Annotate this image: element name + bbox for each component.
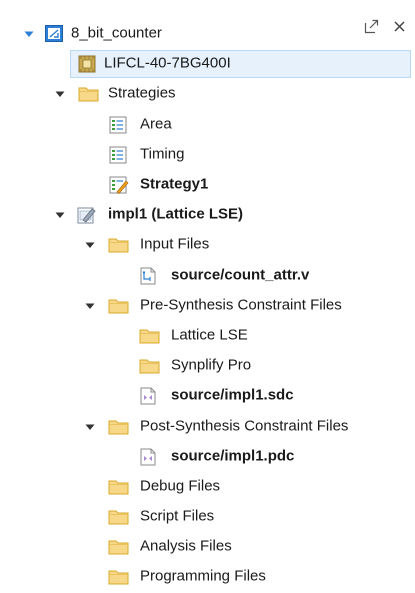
folder-icon [139, 327, 160, 345]
file-label: source/count_attr.v [171, 266, 310, 284]
strategy-label: Timing [140, 145, 185, 163]
tree-row-device[interactable]: LIFCL-40-7BG400I [0, 49, 415, 79]
tree-row-programming-files[interactable]: Programming Files [0, 562, 415, 592]
folder-label: Script Files [140, 507, 215, 525]
tree-row-pre-synthesis[interactable]: Pre-Synthesis Constraint Files [0, 291, 415, 321]
tree-row-debug-files[interactable]: Debug Files [0, 472, 415, 502]
folder-icon [78, 85, 99, 103]
project-icon [45, 25, 65, 43]
expand-arrow-icon[interactable] [54, 209, 66, 221]
tree-row-file-impl1-sdc[interactable]: source/impl1.sdc [0, 381, 415, 411]
active-strategy-icon [109, 176, 129, 195]
expand-arrow-icon[interactable] [84, 300, 96, 312]
tree-row-implementation[interactable]: impl1 (Lattice LSE) [0, 200, 415, 230]
project-label: 8_bit_counter [71, 24, 162, 42]
folder-label: Pre-Synthesis Constraint Files [140, 296, 342, 314]
implementation-icon [77, 206, 97, 224]
strategy-label: Strategy1 [140, 175, 209, 193]
folder-label: Programming Files [140, 568, 266, 586]
tree-row-file-impl1-pdc[interactable]: source/impl1.pdc [0, 442, 415, 472]
constraint-file-icon [139, 448, 159, 466]
tree-row-analysis-files[interactable]: Analysis Files [0, 532, 415, 562]
folder-icon [108, 508, 129, 526]
folder-label: Lattice LSE [171, 326, 248, 344]
tree-row-script-files[interactable]: Script Files [0, 502, 415, 532]
folder-label: Synplify Pro [171, 356, 252, 374]
folder-label: Debug Files [140, 477, 221, 495]
folder-icon [108, 297, 129, 315]
folder-label: Input Files [140, 236, 210, 254]
tree-row-lattice-lse[interactable]: Lattice LSE [0, 321, 415, 351]
tree-row-post-synthesis[interactable]: Post-Synthesis Constraint Files [0, 411, 415, 441]
folder-label: Analysis Files [140, 537, 232, 555]
folder-icon [108, 236, 129, 254]
tree-row-strategy-timing[interactable]: Timing [0, 140, 415, 170]
expand-arrow-icon[interactable] [84, 421, 96, 433]
project-tree: 8_bit_counter LIFCL-40-7BG400I Strategie… [0, 19, 415, 593]
file-list-panel: 8_bit_counter LIFCL-40-7BG400I Strategie… [0, 0, 415, 590]
folder-icon [108, 418, 129, 436]
tree-row-strategies[interactable]: Strategies [0, 79, 415, 109]
tree-row-file-count-attr[interactable]: source/count_attr.v [0, 261, 415, 291]
folder-icon [108, 568, 129, 586]
tree-row-strategy-strategy1[interactable]: Strategy1 [0, 170, 415, 200]
chip-icon [78, 55, 98, 73]
strategy-label: Area [140, 115, 172, 133]
device-label: LIFCL-40-7BG400I [104, 54, 231, 72]
strategies-label: Strategies [108, 85, 176, 103]
expand-arrow-icon[interactable] [54, 88, 66, 100]
strategy-icon [109, 146, 129, 164]
implementation-label: impl1 (Lattice LSE) [108, 205, 244, 223]
file-label: source/impl1.sdc [171, 386, 294, 404]
expand-arrow-icon[interactable] [84, 239, 96, 251]
strategy-icon [109, 116, 129, 134]
tree-row-input-files[interactable]: Input Files [0, 230, 415, 260]
expand-arrow-icon[interactable] [23, 28, 35, 40]
folder-icon [108, 478, 129, 496]
folder-label: Post-Synthesis Constraint Files [140, 417, 349, 435]
tree-row-strategy-area[interactable]: Area [0, 110, 415, 140]
folder-icon [108, 538, 129, 556]
verilog-file-icon [139, 267, 159, 285]
constraint-file-icon [139, 387, 159, 405]
file-label: source/impl1.pdc [171, 447, 295, 465]
folder-icon [139, 357, 160, 375]
tree-row-project[interactable]: 8_bit_counter [0, 19, 415, 49]
tree-row-synplify-pro[interactable]: Synplify Pro [0, 351, 415, 381]
